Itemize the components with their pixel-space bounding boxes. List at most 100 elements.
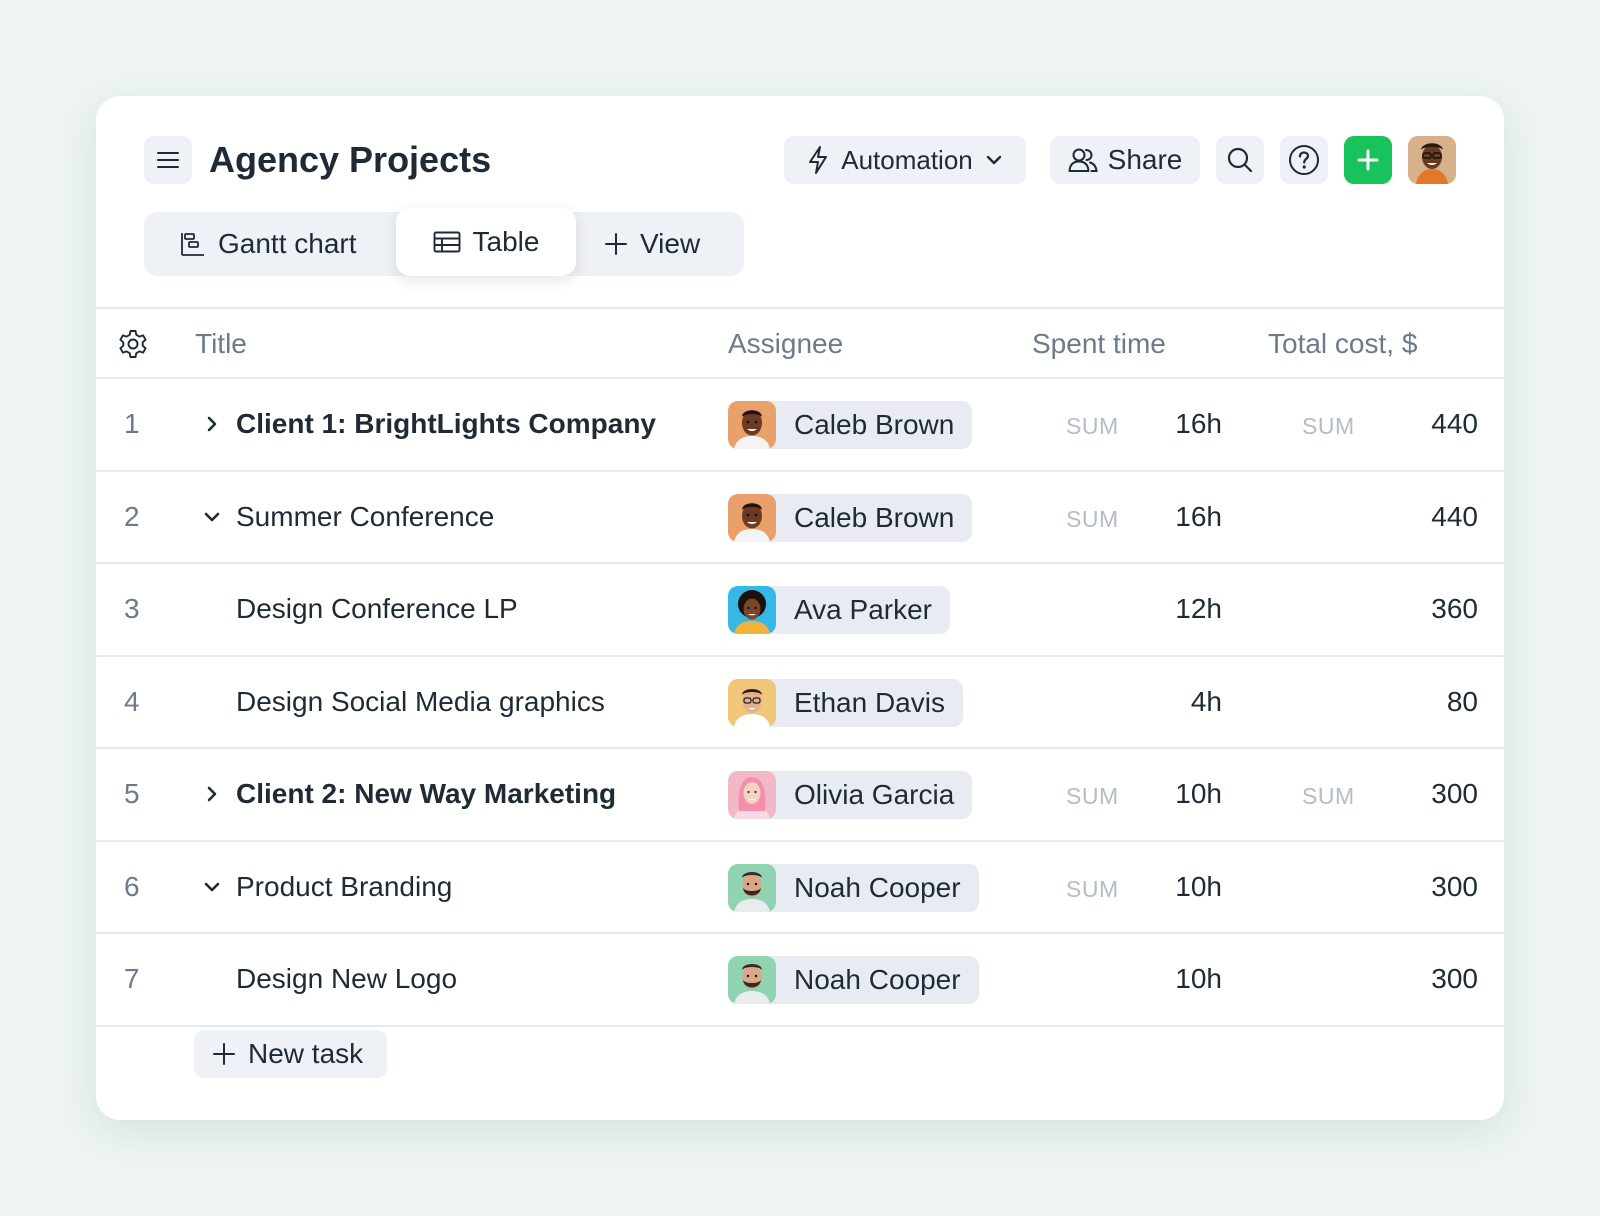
project-card: Agency Projects Automation Share Gantt c… — [96, 96, 1504, 1120]
tab-gantt-chart[interactable]: Gantt chart — [180, 212, 357, 276]
column-header-assignee[interactable]: Assignee — [728, 309, 843, 379]
table-icon — [433, 231, 461, 253]
avatar — [728, 678, 776, 727]
row-number: 3 — [124, 593, 140, 624]
chevron-right-icon[interactable] — [200, 782, 224, 806]
assignee-name: Noah Cooper — [794, 964, 961, 995]
assignee-chip[interactable]: Caleb Brown — [728, 493, 973, 542]
total-cost-value[interactable]: 300 — [1431, 934, 1478, 1024]
task-title[interactable]: Product Branding — [236, 842, 452, 932]
total-cost-value[interactable]: 300 — [1431, 842, 1478, 932]
row-number: 1 — [124, 408, 140, 439]
tab-add-view[interactable]: View — [604, 212, 700, 276]
page-title: Agency Projects — [209, 139, 492, 180]
spent-time-value[interactable]: 10h — [1175, 749, 1222, 839]
view-tabs: Gantt chart Table View — [144, 208, 744, 276]
total-cost-value[interactable]: 300 — [1431, 749, 1478, 839]
chevron-down-icon — [985, 154, 1003, 166]
assignee-chip[interactable]: Olivia Garcia — [728, 771, 973, 819]
assignee-name: Olivia Garcia — [794, 779, 955, 810]
row-number: 5 — [124, 778, 140, 809]
users-icon — [1068, 147, 1098, 173]
assignee-chip[interactable]: Ava Parker — [728, 586, 950, 634]
assignee-chip[interactable]: Noah Cooper — [728, 863, 979, 912]
avatar — [728, 863, 776, 912]
search-icon — [1226, 146, 1254, 174]
search-button[interactable] — [1216, 136, 1264, 184]
cost-sum-label: SUM — [1302, 413, 1355, 439]
avatar — [728, 493, 776, 542]
gantt-icon — [180, 231, 206, 257]
tab-table[interactable]: Table — [396, 208, 576, 276]
user-avatar[interactable] — [1408, 136, 1456, 184]
task-title[interactable]: Design New Logo — [236, 934, 457, 1024]
avatar — [728, 401, 776, 449]
total-cost-value[interactable]: 80 — [1447, 657, 1478, 747]
plus-icon — [1356, 148, 1380, 172]
row-number: 4 — [124, 685, 140, 717]
assignee-name: Caleb Brown — [794, 501, 955, 533]
avatar — [728, 956, 776, 1004]
assignee-chip[interactable]: Caleb Brown — [728, 401, 973, 449]
table-row[interactable]: 4 Design Social Media graphics Ethan Dav… — [96, 657, 1504, 749]
automation-label: Automation — [841, 144, 973, 175]
row-number: 6 — [124, 870, 140, 902]
total-cost-value[interactable]: 440 — [1431, 379, 1478, 469]
chevron-down-icon[interactable] — [200, 505, 224, 529]
row-number: 7 — [124, 963, 140, 994]
plus-icon — [212, 1042, 236, 1066]
table-row[interactable]: 1 Client 1: BrightLights Company Caleb B… — [96, 379, 1504, 472]
avatar — [728, 586, 776, 634]
spent-sum-label: SUM — [1066, 783, 1119, 809]
task-title[interactable]: Client 2: New Way Marketing — [236, 749, 616, 839]
tab-view-label: View — [640, 228, 701, 259]
table-row[interactable]: 2 Summer Conference Caleb Brown SUM 16h … — [96, 472, 1504, 564]
share-label: Share — [1107, 144, 1183, 175]
settings-gear-icon[interactable] — [118, 329, 148, 359]
table-row[interactable]: 3 Design Conference LP Ava Parker 12h 36… — [96, 564, 1504, 657]
spent-time-value[interactable]: 10h — [1175, 934, 1222, 1024]
row-number: 2 — [124, 500, 140, 532]
column-header-spent-time[interactable]: Spent time — [1032, 309, 1166, 379]
question-circle-icon — [1288, 144, 1320, 176]
cost-sum-label: SUM — [1302, 783, 1355, 809]
assignee-chip[interactable]: Noah Cooper — [728, 956, 979, 1004]
plus-icon — [604, 232, 628, 256]
chevron-down-icon[interactable] — [200, 875, 224, 899]
total-cost-value[interactable]: 360 — [1431, 564, 1478, 654]
menu-button[interactable] — [144, 136, 192, 184]
task-title[interactable]: Summer Conference — [236, 472, 494, 562]
spent-time-value[interactable]: 16h — [1175, 472, 1222, 562]
spent-time-value[interactable]: 4h — [1191, 657, 1222, 747]
spent-sum-label: SUM — [1066, 875, 1119, 902]
total-cost-value[interactable]: 440 — [1431, 472, 1478, 562]
chevron-right-icon[interactable] — [200, 412, 224, 436]
new-task-button[interactable]: New task — [194, 1030, 388, 1078]
assignee-name: Noah Cooper — [794, 871, 961, 903]
automation-button[interactable]: Automation — [784, 136, 1026, 184]
task-title[interactable]: Client 1: BrightLights Company — [236, 379, 656, 469]
spent-sum-label: SUM — [1066, 505, 1119, 532]
table-row[interactable]: 6 Product Branding Noah Cooper SUM 10h 3… — [96, 842, 1504, 934]
table-row[interactable]: 5 Client 2: New Way Marketing Olivia Gar… — [96, 749, 1504, 842]
help-button[interactable] — [1280, 136, 1328, 184]
spent-time-value[interactable]: 16h — [1175, 379, 1222, 469]
spent-time-value[interactable]: 10h — [1175, 842, 1222, 932]
lightning-icon — [807, 145, 829, 175]
task-title[interactable]: Design Social Media graphics — [236, 657, 605, 747]
add-button[interactable] — [1344, 136, 1392, 184]
spent-time-value[interactable]: 12h — [1175, 564, 1222, 654]
avatar — [728, 771, 776, 819]
assignee-name: Ava Parker — [794, 594, 932, 625]
tab-gantt-label: Gantt chart — [218, 228, 357, 259]
assignee-name: Ethan Davis — [794, 686, 945, 718]
spent-sum-label: SUM — [1066, 413, 1119, 439]
table-row[interactable]: 7 Design New Logo Noah Cooper 10h 300 — [96, 934, 1504, 1027]
hamburger-icon — [157, 151, 179, 169]
column-header-title[interactable]: Title — [195, 309, 247, 379]
table-header: Title Assignee Spent time Total cost, $ — [96, 307, 1504, 379]
column-header-total-cost[interactable]: Total cost, $ — [1268, 309, 1417, 379]
assignee-chip[interactable]: Ethan Davis — [728, 678, 963, 727]
share-button[interactable]: Share — [1050, 136, 1200, 184]
task-title[interactable]: Design Conference LP — [236, 564, 518, 654]
